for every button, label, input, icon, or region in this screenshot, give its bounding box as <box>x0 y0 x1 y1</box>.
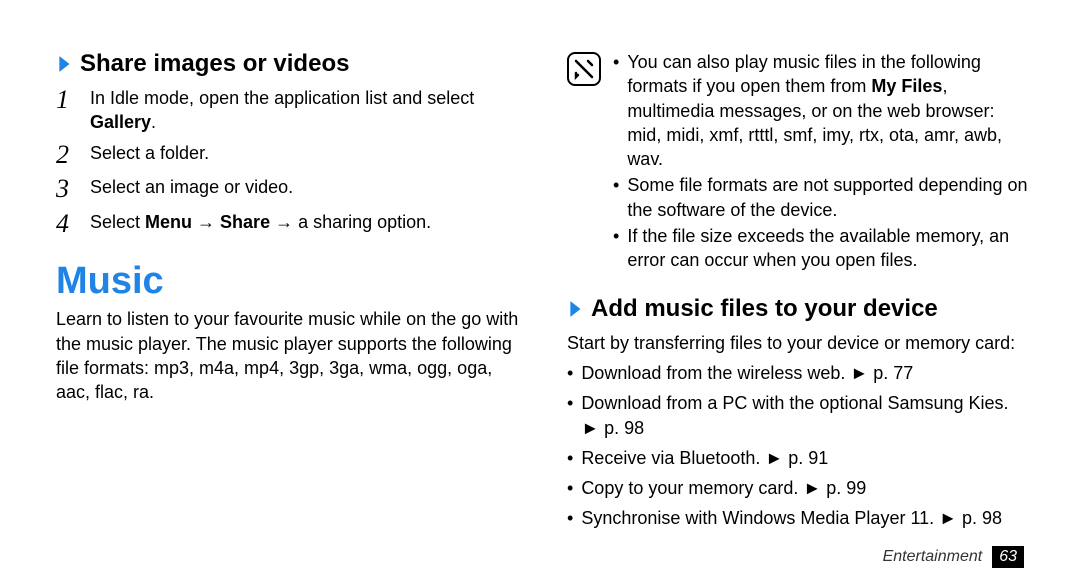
left-column: Share images or videos 1 In Idle mode, o… <box>56 50 519 537</box>
note-item: • You can also play music files in the f… <box>613 50 1030 171</box>
page-footer: Entertainment 63 <box>883 546 1024 568</box>
footer-page-number: 63 <box>992 546 1024 568</box>
step-number: 1 <box>56 86 78 115</box>
note-text: If the file size exceeds the available m… <box>627 224 1030 273</box>
method-item: • Synchronise with Windows Media Player … <box>567 506 1030 530</box>
share-steps-list: 1 In Idle mode, open the application lis… <box>56 86 519 238</box>
method-item: • Copy to your memory card. ► p. 99 <box>567 476 1030 500</box>
bullet-icon: • <box>567 361 573 385</box>
note-item: • Some file formats are not supported de… <box>613 173 1030 222</box>
share-title-text: Share images or videos <box>80 50 349 78</box>
transfer-methods-list: • Download from the wireless web. ► p. 7… <box>567 361 1030 531</box>
method-item: • Receive via Bluetooth. ► p. 91 <box>567 446 1030 470</box>
bullet-icon: • <box>613 50 619 74</box>
note-icon <box>567 52 601 86</box>
right-column: • You can also play music files in the f… <box>567 50 1030 537</box>
add-music-heading: Add music files to your device <box>567 295 1030 323</box>
step-item: 3 Select an image or video. <box>56 175 519 204</box>
method-text: Synchronise with Windows Media Player 11… <box>581 506 1002 530</box>
music-description: Learn to listen to your favourite music … <box>56 307 519 404</box>
music-heading: Music <box>56 260 519 303</box>
add-music-title-text: Add music files to your device <box>591 295 938 323</box>
notes-block: • You can also play music files in the f… <box>567 50 1030 275</box>
add-music-intro: Start by transferring files to your devi… <box>567 331 1030 355</box>
method-item: • Download from the wireless web. ► p. 7… <box>567 361 1030 385</box>
method-item: • Download from a PC with the optional S… <box>567 391 1030 440</box>
step-item: 4 Select Menu → Share → a sharing option… <box>56 210 519 239</box>
chevron-right-icon <box>567 300 585 318</box>
bullet-icon: • <box>567 506 573 530</box>
note-text: Some file formats are not supported depe… <box>627 173 1030 222</box>
bullet-icon: • <box>613 173 619 197</box>
share-section-heading: Share images or videos <box>56 50 519 78</box>
step-number: 2 <box>56 141 78 170</box>
method-text: Download from a PC with the optional Sam… <box>581 391 1030 440</box>
note-text: You can also play music files in the fol… <box>627 50 1030 171</box>
step-text: Select an image or video. <box>90 175 519 199</box>
method-text: Download from the wireless web. ► p. 77 <box>581 361 913 385</box>
method-text: Copy to your memory card. ► p. 99 <box>581 476 866 500</box>
method-text: Receive via Bluetooth. ► p. 91 <box>581 446 828 470</box>
notes-body: • You can also play music files in the f… <box>613 50 1030 275</box>
step-text: Select Menu → Share → a sharing option. <box>90 210 519 234</box>
bullet-icon: • <box>613 224 619 248</box>
footer-section-label: Entertainment <box>883 548 983 566</box>
step-number: 3 <box>56 175 78 204</box>
step-item: 1 In Idle mode, open the application lis… <box>56 86 519 135</box>
step-number: 4 <box>56 210 78 239</box>
bullet-icon: • <box>567 391 573 415</box>
bullet-icon: • <box>567 446 573 470</box>
chevron-right-icon <box>56 55 74 73</box>
step-text: In Idle mode, open the application list … <box>90 86 519 135</box>
step-item: 2 Select a folder. <box>56 141 519 170</box>
note-item: • If the file size exceeds the available… <box>613 224 1030 273</box>
step-text: Select a folder. <box>90 141 519 165</box>
bullet-icon: • <box>567 476 573 500</box>
